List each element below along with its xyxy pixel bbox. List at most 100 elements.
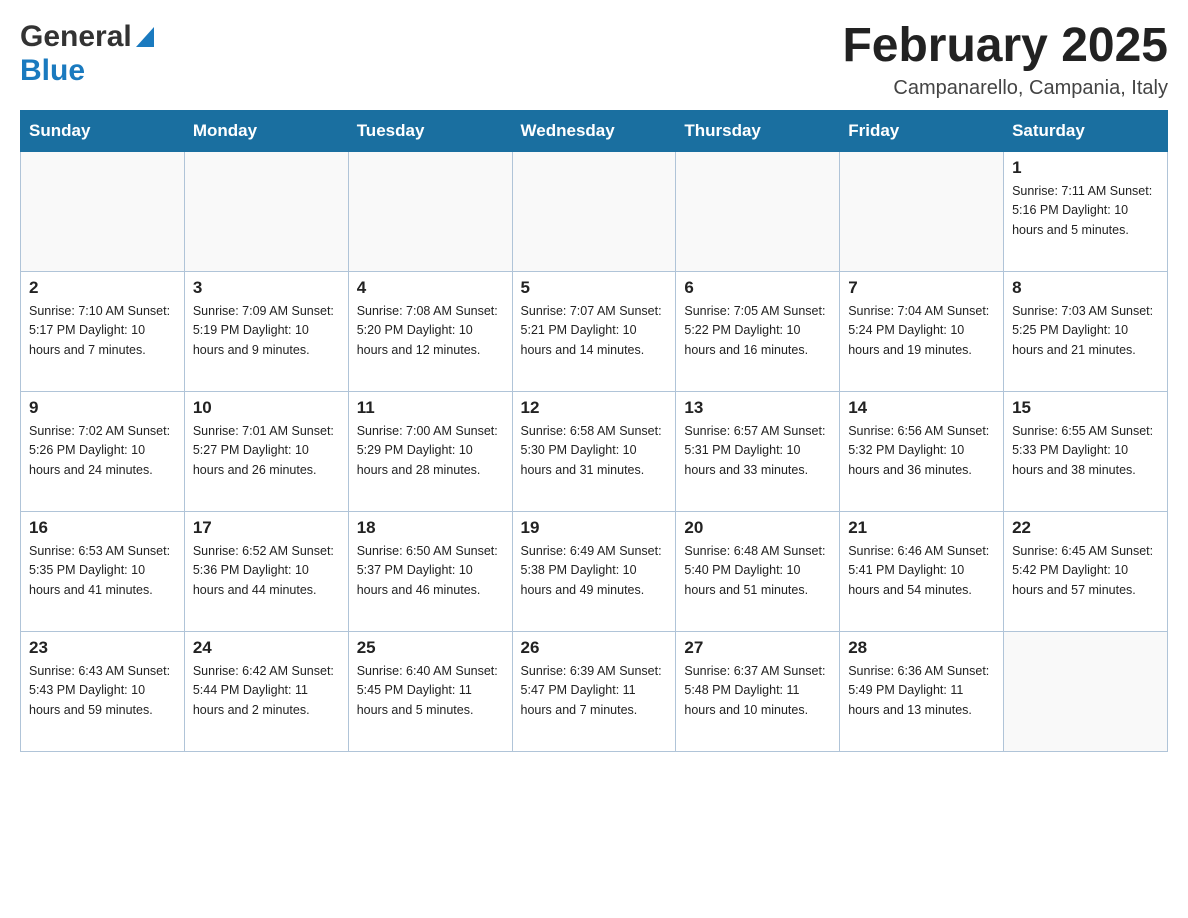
logo-general-text: General (20, 20, 132, 54)
day-number: 26 (521, 638, 668, 658)
day-info: Sunrise: 6:39 AM Sunset: 5:47 PM Dayligh… (521, 662, 668, 720)
col-header-thursday: Thursday (676, 110, 840, 151)
calendar-table: SundayMondayTuesdayWednesdayThursdayFrid… (20, 110, 1168, 752)
calendar-cell (348, 151, 512, 271)
page-header: General Blue February 2025 Campanarello,… (20, 20, 1168, 100)
calendar-cell: 12Sunrise: 6:58 AM Sunset: 5:30 PM Dayli… (512, 391, 676, 511)
col-header-tuesday: Tuesday (348, 110, 512, 151)
calendar-cell: 7 Sunrise: 7:04 AM Sunset: 5:24 PM Daylig… (840, 271, 1004, 391)
day-info: Sunrise: 6:36 AM Sunset: 5:49 PM Dayligh… (848, 662, 995, 720)
calendar-cell (21, 151, 185, 271)
day-number: 14 (848, 398, 995, 418)
day-info: Sunrise: 6:56 AM Sunset: 5:32 PM Dayligh… (848, 422, 995, 480)
calendar-cell (184, 151, 348, 271)
calendar-cell: 28 Sunrise: 6:36 AM Sunset: 5:49 PM Dayli… (840, 631, 1004, 751)
day-info: Sunrise: 7:05 AM Sunset: 5:22 PM Dayligh… (684, 302, 831, 360)
col-header-monday: Monday (184, 110, 348, 151)
calendar-cell: 21Sunrise: 6:46 AM Sunset: 5:41 PM Dayli… (840, 511, 1004, 631)
col-header-sunday: Sunday (21, 110, 185, 151)
day-info: Sunrise: 7:07 AM Sunset: 5:21 PM Dayligh… (521, 302, 668, 360)
day-info: Sunrise: 6:52 AM Sunset: 5:36 PM Dayligh… (193, 542, 340, 600)
title-block: February 2025 Campanarello, Campania, It… (842, 20, 1168, 100)
day-info: Sunrise: 6:49 AM Sunset: 5:38 PM Dayligh… (521, 542, 668, 600)
logo-blue-text: Blue (20, 54, 85, 87)
day-number: 9 (29, 398, 176, 418)
col-header-saturday: Saturday (1004, 110, 1168, 151)
day-info: Sunrise: 6:40 AM Sunset: 5:45 PM Dayligh… (357, 662, 504, 720)
calendar-cell: 20Sunrise: 6:48 AM Sunset: 5:40 PM Dayli… (676, 511, 840, 631)
day-number: 1 (1012, 158, 1159, 178)
day-number: 20 (684, 518, 831, 538)
day-info: Sunrise: 6:55 AM Sunset: 5:33 PM Dayligh… (1012, 422, 1159, 480)
calendar-cell: 13 Sunrise: 6:57 AM Sunset: 5:31 PM Dayli… (676, 391, 840, 511)
calendar-cell: 11 Sunrise: 7:00 AM Sunset: 5:29 PM Dayli… (348, 391, 512, 511)
day-number: 21 (848, 518, 995, 538)
calendar-cell: 1 Sunrise: 7:11 AM Sunset: 5:16 PM Daylig… (1004, 151, 1168, 271)
day-number: 24 (193, 638, 340, 658)
day-number: 22 (1012, 518, 1159, 538)
calendar-cell: 18 Sunrise: 6:50 AM Sunset: 5:37 PM Dayli… (348, 511, 512, 631)
col-header-friday: Friday (840, 110, 1004, 151)
day-number: 23 (29, 638, 176, 658)
day-number: 2 (29, 278, 176, 298)
calendar-cell (676, 151, 840, 271)
calendar-cell: 5 Sunrise: 7:07 AM Sunset: 5:21 PM Daylig… (512, 271, 676, 391)
day-info: Sunrise: 6:57 AM Sunset: 5:31 PM Dayligh… (684, 422, 831, 480)
day-info: Sunrise: 7:03 AM Sunset: 5:25 PM Dayligh… (1012, 302, 1159, 360)
calendar-week-row: 23 Sunrise: 6:43 AM Sunset: 5:43 PM Dayli… (21, 631, 1168, 751)
calendar-cell (1004, 631, 1168, 751)
day-info: Sunrise: 6:45 AM Sunset: 5:42 PM Dayligh… (1012, 542, 1159, 600)
day-info: Sunrise: 7:04 AM Sunset: 5:24 PM Dayligh… (848, 302, 995, 360)
calendar-header-row: SundayMondayTuesdayWednesdayThursdayFrid… (21, 110, 1168, 151)
day-info: Sunrise: 7:02 AM Sunset: 5:26 PM Dayligh… (29, 422, 176, 480)
col-header-wednesday: Wednesday (512, 110, 676, 151)
day-number: 13 (684, 398, 831, 418)
calendar-cell: 8Sunrise: 7:03 AM Sunset: 5:25 PM Daylig… (1004, 271, 1168, 391)
day-info: Sunrise: 6:50 AM Sunset: 5:37 PM Dayligh… (357, 542, 504, 600)
calendar-week-row: 9 Sunrise: 7:02 AM Sunset: 5:26 PM Daylig… (21, 391, 1168, 511)
day-info: Sunrise: 7:09 AM Sunset: 5:19 PM Dayligh… (193, 302, 340, 360)
day-number: 28 (848, 638, 995, 658)
calendar-cell: 22 Sunrise: 6:45 AM Sunset: 5:42 PM Dayli… (1004, 511, 1168, 631)
day-info: Sunrise: 7:11 AM Sunset: 5:16 PM Dayligh… (1012, 182, 1159, 240)
calendar-cell: 17 Sunrise: 6:52 AM Sunset: 5:36 PM Dayli… (184, 511, 348, 631)
day-number: 27 (684, 638, 831, 658)
calendar-cell: 19 Sunrise: 6:49 AM Sunset: 5:38 PM Dayli… (512, 511, 676, 631)
calendar-cell: 9 Sunrise: 7:02 AM Sunset: 5:26 PM Daylig… (21, 391, 185, 511)
day-number: 4 (357, 278, 504, 298)
calendar-cell: 26 Sunrise: 6:39 AM Sunset: 5:47 PM Dayli… (512, 631, 676, 751)
calendar-cell: 2Sunrise: 7:10 AM Sunset: 5:17 PM Daylig… (21, 271, 185, 391)
day-info: Sunrise: 6:53 AM Sunset: 5:35 PM Dayligh… (29, 542, 176, 600)
day-number: 19 (521, 518, 668, 538)
day-number: 7 (848, 278, 995, 298)
calendar-cell: 27Sunrise: 6:37 AM Sunset: 5:48 PM Dayli… (676, 631, 840, 751)
calendar-week-row: 16Sunrise: 6:53 AM Sunset: 5:35 PM Dayli… (21, 511, 1168, 631)
day-number: 6 (684, 278, 831, 298)
calendar-cell: 24 Sunrise: 6:42 AM Sunset: 5:44 PM Dayli… (184, 631, 348, 751)
day-number: 18 (357, 518, 504, 538)
logo: General Blue (20, 20, 154, 88)
calendar-cell: 6 Sunrise: 7:05 AM Sunset: 5:22 PM Daylig… (676, 271, 840, 391)
day-info: Sunrise: 6:42 AM Sunset: 5:44 PM Dayligh… (193, 662, 340, 720)
calendar-cell (512, 151, 676, 271)
logo-triangle-icon (136, 27, 154, 52)
day-number: 12 (521, 398, 668, 418)
day-info: Sunrise: 7:08 AM Sunset: 5:20 PM Dayligh… (357, 302, 504, 360)
calendar-cell: 23 Sunrise: 6:43 AM Sunset: 5:43 PM Dayli… (21, 631, 185, 751)
day-number: 17 (193, 518, 340, 538)
day-number: 5 (521, 278, 668, 298)
day-number: 15 (1012, 398, 1159, 418)
day-number: 11 (357, 398, 504, 418)
calendar-week-row: 1 Sunrise: 7:11 AM Sunset: 5:16 PM Daylig… (21, 151, 1168, 271)
calendar-week-row: 2Sunrise: 7:10 AM Sunset: 5:17 PM Daylig… (21, 271, 1168, 391)
calendar-cell (840, 151, 1004, 271)
calendar-cell: 3 Sunrise: 7:09 AM Sunset: 5:19 PM Daylig… (184, 271, 348, 391)
calendar-cell: 16Sunrise: 6:53 AM Sunset: 5:35 PM Dayli… (21, 511, 185, 631)
calendar-cell: 25Sunrise: 6:40 AM Sunset: 5:45 PM Dayli… (348, 631, 512, 751)
day-number: 3 (193, 278, 340, 298)
calendar-cell: 10Sunrise: 7:01 AM Sunset: 5:27 PM Dayli… (184, 391, 348, 511)
day-info: Sunrise: 7:01 AM Sunset: 5:27 PM Dayligh… (193, 422, 340, 480)
day-info: Sunrise: 6:43 AM Sunset: 5:43 PM Dayligh… (29, 662, 176, 720)
calendar-title: February 2025 (842, 20, 1168, 73)
day-info: Sunrise: 7:00 AM Sunset: 5:29 PM Dayligh… (357, 422, 504, 480)
